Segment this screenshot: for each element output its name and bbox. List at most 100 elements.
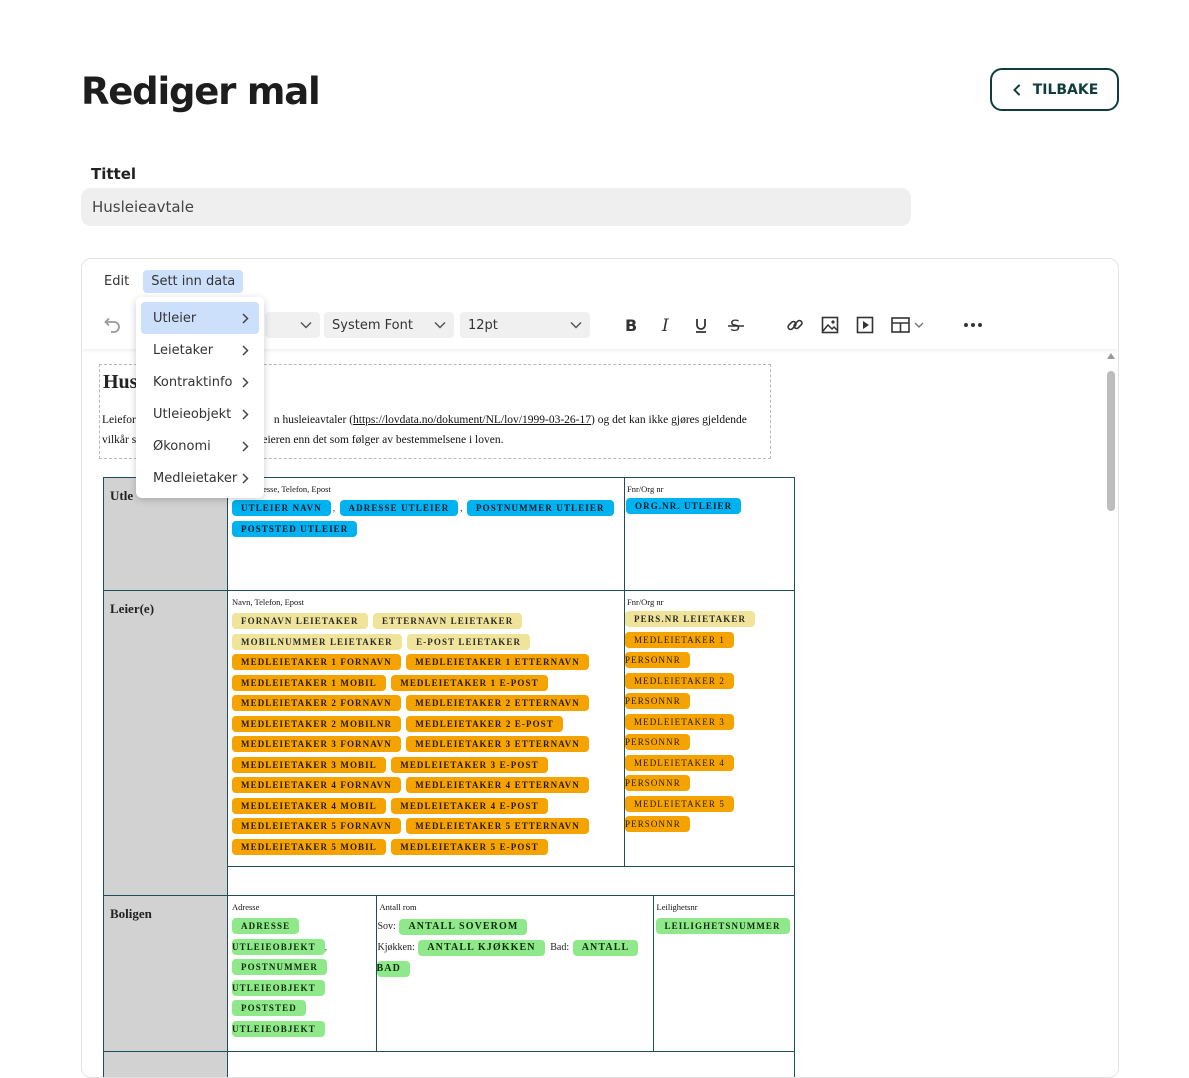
tag-leietaker[interactable]: FORNAVN LEIETAKER (232, 613, 368, 629)
tag-utleier-navn[interactable]: UTLEIER NAVN (232, 500, 331, 516)
tag-medleietaker[interactable]: MEDLEIETAKER 2 MOBILNR (232, 716, 401, 732)
intro-text: ) og det kan ikke gjøres gjeldende (591, 414, 747, 426)
undo-icon[interactable] (102, 315, 122, 335)
tag-antall-bad-cont[interactable]: BAD (377, 961, 410, 977)
tag-medleietaker[interactable]: MEDLEIETAKER 4 ETTERNAVN (406, 777, 589, 793)
tag-postnummer[interactable]: POSTNUMMER (232, 959, 327, 975)
dropdown-item-6[interactable]: Medleietaker (141, 462, 259, 494)
dropdown-item-1[interactable]: Utleier (141, 302, 259, 334)
boligen-inner-table: Adresse ADRESSE UTLEIEOBJEKT, POSTNUMMER… (228, 896, 794, 1051)
tag-poststed-utleier[interactable]: POSTSTED UTLEIER (232, 521, 357, 537)
tag-postnummer-cont[interactable]: UTLEIEOBJEKT (232, 980, 325, 996)
sov-label: Sov: (378, 921, 396, 932)
tag-adresse[interactable]: ADRESSE (232, 918, 299, 934)
tag-medleietaker[interactable]: MEDLEIETAKER 4 FORNAVN (232, 777, 401, 793)
dropdown-item-label: Økonomi (153, 439, 211, 454)
scroll-up-arrow-icon[interactable] (1107, 353, 1115, 359)
chevron-right-icon (242, 345, 249, 356)
tag-medleietaker[interactable]: MEDLEIETAKER 1 FORNAVN (232, 654, 401, 670)
tag-medleietaker[interactable]: MEDLEIETAKER 5 E-POST (391, 839, 547, 855)
tag-medleietaker[interactable]: MEDLEIETAKER 3 FORNAVN (232, 736, 401, 752)
tag-medleietaker[interactable]: MEDLEIETAKER 1 E-POST (391, 675, 547, 691)
tag-medleietaker-personnr[interactable]: MEDLEIETAKER 4 (625, 755, 734, 771)
tag-leietaker[interactable]: E-POST LEIETAKER (407, 634, 530, 650)
tag-poststed-cont[interactable]: UTLEIEOBJEKT (232, 1021, 325, 1037)
font-family-select[interactable]: System Font (324, 312, 454, 338)
font-size-select[interactable]: 12pt (460, 312, 590, 338)
link-icon[interactable] (785, 315, 805, 335)
tag-antall-kjokken[interactable]: ANTALL KJØKKEN (418, 940, 544, 956)
dropdown-item-2[interactable]: Leietaker (141, 334, 259, 366)
menu-sett-inn-data[interactable]: Sett inn data (143, 270, 243, 293)
tag-adresse-utleier[interactable]: ADRESSE UTLEIER (340, 500, 459, 516)
scrollbar-thumb[interactable] (1107, 371, 1115, 511)
tag-medleietaker-personnr-cont[interactable]: PERSONNR (625, 693, 690, 709)
tag-medleietaker[interactable]: MEDLEIETAKER 4 MOBIL (232, 798, 386, 814)
leier-tags: FORNAVN LEIETAKER ETTERNAVN LEIETAKER MO… (228, 611, 624, 863)
tag-medleietaker-personnr-cont[interactable]: PERSONNR (625, 816, 690, 832)
block-format-select[interactable] (265, 312, 320, 338)
adresse-label: Adresse (232, 902, 372, 912)
tag-poststed[interactable]: POSTSTED (232, 1000, 306, 1016)
editor-scrollbar[interactable] (1106, 353, 1116, 1073)
tag-antall-bad[interactable]: ANTALL (573, 940, 639, 956)
underline-icon[interactable] (691, 315, 711, 335)
title-input[interactable] (81, 188, 911, 226)
chevron-right-icon (242, 409, 249, 420)
tag-postnummer-utleier[interactable]: POSTNUMMER UTLEIER (467, 500, 614, 516)
tag-medleietaker-personnr[interactable]: MEDLEIETAKER 3 (625, 714, 734, 730)
tag-antall-soverom[interactable]: ANTALL SOVEROM (399, 919, 527, 935)
tag-medleietaker-personnr[interactable]: MEDLEIETAKER 5 (625, 796, 734, 812)
back-button[interactable]: TILBAKE (990, 68, 1119, 111)
boligen-nr-cell[interactable]: Leilighetsnr LEILIGHETSNUMMER (653, 896, 794, 1051)
tag-adresse-cont[interactable]: UTLEIEOBJEKT (232, 939, 325, 955)
svg-text:S: S (730, 317, 740, 333)
tag-org-nr-utleier[interactable]: ORG.NR. UTLEIER (626, 498, 741, 514)
dropdown-item-3[interactable]: Kontraktinfo (141, 366, 259, 398)
tag-medleietaker[interactable]: MEDLEIETAKER 2 E-POST (406, 716, 562, 732)
utleier-contact-cell[interactable]: dresse, Telefon, Epost UTLEIER NAVN, ADR… (228, 478, 625, 591)
leier-contact-cell[interactable]: Navn, Telefon, Epost FORNAVN LEIETAKER E… (228, 591, 625, 867)
next-row-cell[interactable] (228, 1052, 795, 1078)
tag-medleietaker[interactable]: MEDLEIETAKER 5 MOBIL (232, 839, 386, 855)
tag-pers-nr-leietaker[interactable]: PERS.NR LEIETAKER (625, 611, 755, 627)
tag-medleietaker-personnr-cont[interactable]: PERSONNR (625, 775, 690, 791)
boligen-rom-cell[interactable]: Antall rom Sov: ANTALL SOVEROM Kjøkken: … (376, 896, 653, 1051)
tag-medleietaker-personnr[interactable]: MEDLEIETAKER 2 (625, 673, 734, 689)
tag-medleietaker[interactable]: MEDLEIETAKER 3 ETTERNAVN (406, 736, 589, 752)
utleier-id-cell[interactable]: Fnr/Org nr ORG.NR. UTLEIER (625, 478, 795, 591)
more-options-icon[interactable] (963, 315, 983, 335)
tag-medleietaker[interactable]: MEDLEIETAKER 3 MOBIL (232, 757, 386, 773)
tag-leietaker[interactable]: MOBILNUMMER LEIETAKER (232, 634, 402, 650)
tag-medleietaker[interactable]: MEDLEIETAKER 2 ETTERNAVN (406, 695, 589, 711)
chevron-down-icon (570, 321, 582, 329)
tag-medleietaker[interactable]: MEDLEIETAKER 2 FORNAVN (232, 695, 401, 711)
tag-medleietaker-personnr-cont[interactable]: PERSONNR (625, 652, 690, 668)
row-head-boligen: Boligen (104, 896, 228, 1052)
image-icon[interactable] (820, 315, 840, 335)
bold-icon[interactable]: B (621, 315, 641, 335)
italic-icon[interactable]: I (656, 315, 676, 335)
media-icon[interactable] (855, 315, 875, 335)
dropdown-item-5[interactable]: Økonomi (141, 430, 259, 462)
dropdown-item-4[interactable]: Utleieobjekt (141, 398, 259, 430)
leier-id-cell[interactable]: Fnr/Org nr PERS.NR LEIETAKER MEDLEIETAKE… (625, 591, 795, 867)
menu-edit[interactable]: Edit (96, 270, 137, 293)
tag-medleietaker[interactable]: MEDLEIETAKER 4 E-POST (391, 798, 547, 814)
tag-medleietaker[interactable]: MEDLEIETAKER 3 E-POST (391, 757, 547, 773)
table-icon[interactable] (890, 315, 926, 335)
utleier-sub-label: dresse, Telefon, Epost (256, 484, 620, 494)
empty-cell[interactable] (228, 867, 795, 896)
tag-medleietaker[interactable]: MEDLEIETAKER 5 ETTERNAVN (406, 818, 589, 834)
tag-medleietaker-personnr-cont[interactable]: PERSONNR (625, 734, 690, 750)
strikethrough-icon[interactable]: S (726, 315, 746, 335)
dropdown-item-label: Utleier (153, 311, 196, 326)
tag-leietaker[interactable]: ETTERNAVN LEIETAKER (373, 613, 522, 629)
tag-medleietaker[interactable]: MEDLEIETAKER 1 MOBIL (232, 675, 386, 691)
lovdata-link[interactable]: https://lovdata.no/dokument/NL/lov/1999-… (353, 414, 591, 426)
tag-medleietaker[interactable]: MEDLEIETAKER 1 ETTERNAVN (406, 654, 589, 670)
boligen-adresse-cell[interactable]: Adresse ADRESSE UTLEIEOBJEKT, POSTNUMMER… (228, 896, 376, 1051)
tag-leilighetsnummer[interactable]: LEILIGHETSNUMMER (656, 918, 790, 934)
tag-medleietaker-personnr[interactable]: MEDLEIETAKER 1 (625, 632, 734, 648)
tag-medleietaker[interactable]: MEDLEIETAKER 5 FORNAVN (232, 818, 401, 834)
